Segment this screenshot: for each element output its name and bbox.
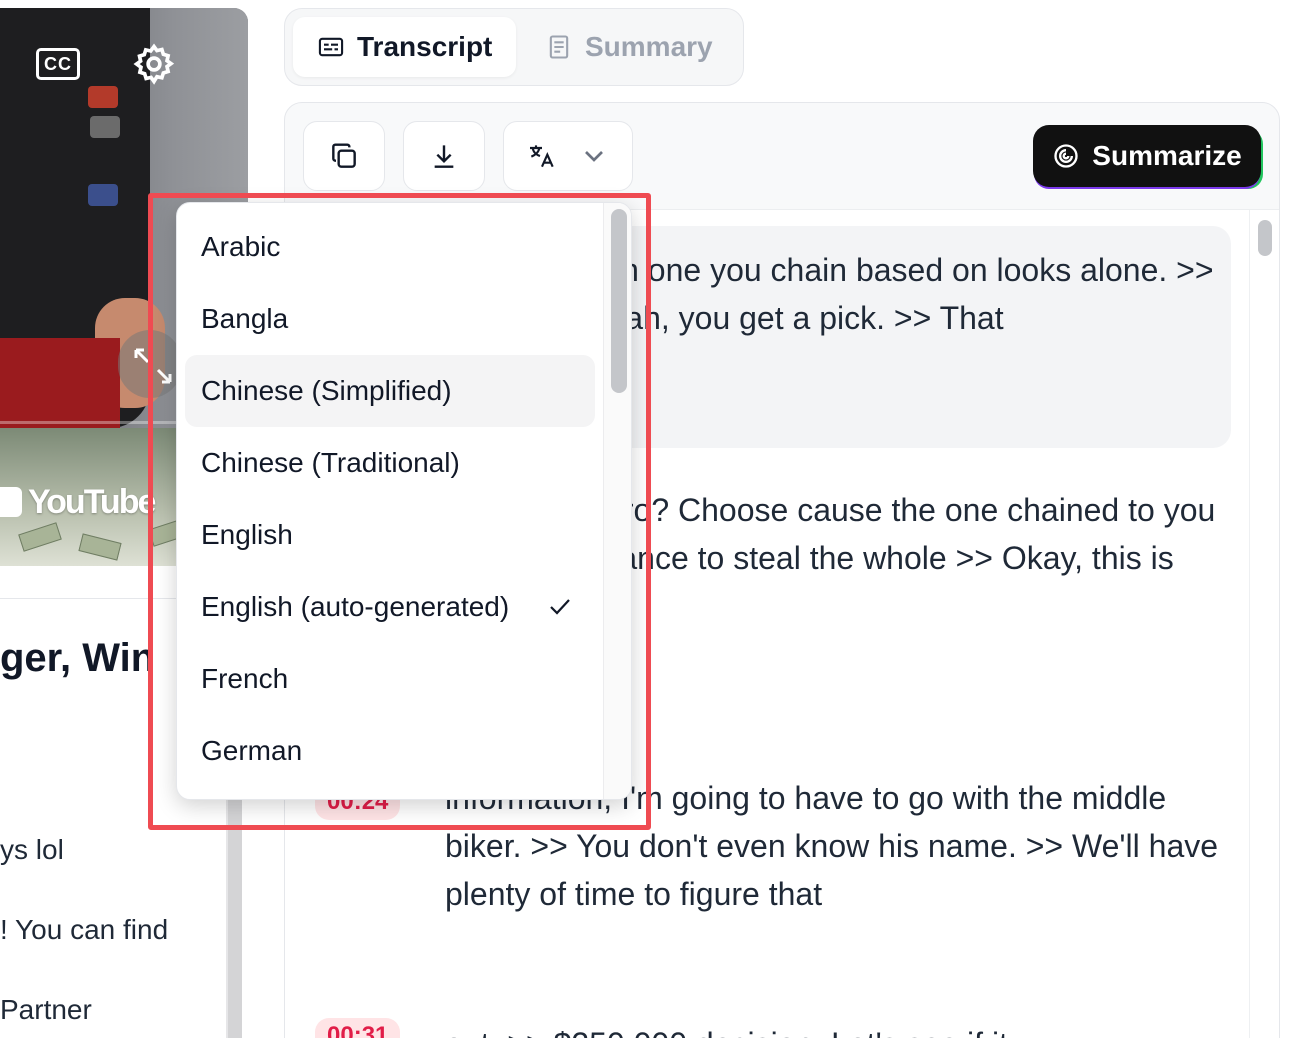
copy-icon (332, 143, 356, 168)
summarize-label: Summarize (1092, 140, 1242, 171)
transcript-segment[interactable]: out. >> $250,000 decision. Let's see if … (315, 1000, 1231, 1038)
copy-button[interactable] (303, 121, 385, 191)
language-option-french[interactable]: French (185, 643, 595, 715)
closed-captions-button[interactable]: CC (36, 48, 80, 80)
video-frame-shirt (0, 338, 120, 428)
download-button[interactable] (403, 121, 485, 191)
translate-icon (530, 145, 554, 168)
summarize-button[interactable]: Summarize (1033, 125, 1261, 187)
scrollbar-thumb[interactable] (611, 209, 627, 393)
language-option-arabic[interactable]: Arabic (185, 211, 595, 283)
language-label: Chinese (Simplified) (201, 375, 452, 406)
timestamp-badge[interactable]: 00:31 (315, 1018, 401, 1038)
language-option-german[interactable]: German (185, 715, 595, 787)
video-title: ger, Win (0, 636, 156, 680)
settings-button[interactable] (132, 42, 176, 86)
description-line: Partner (0, 994, 92, 1025)
language-label: English (201, 519, 293, 550)
language-label: French (201, 663, 289, 694)
transcript-text: out. >> $250,000 decision. Let's see if … (445, 1020, 1231, 1038)
checkmark-icon (550, 599, 570, 615)
language-menu: Arabic Bangla Chinese (Simplified) Chine… (176, 202, 632, 800)
language-label: German (201, 735, 303, 766)
transcript-icon (318, 37, 344, 57)
language-label: English (auto-generated) (201, 591, 510, 622)
description-line: ! You can find (0, 914, 169, 945)
tab-summary[interactable]: Summary (521, 17, 737, 77)
tab-label: Transcript (357, 31, 493, 62)
language-option-english[interactable]: English (185, 499, 595, 571)
vest-patch (88, 184, 118, 206)
download-icon (434, 145, 454, 168)
gear-icon (133, 43, 175, 85)
youtube-logo: YouTube (0, 482, 156, 522)
language-option-chinese-simplified[interactable]: Chinese (Simplified) (185, 355, 595, 427)
tab-label: Summary (585, 31, 713, 62)
translate-dropdown-button[interactable] (503, 121, 633, 191)
scrollbar-thumb[interactable] (1258, 220, 1272, 256)
vest-patch (90, 116, 120, 138)
language-label: Arabic (201, 231, 281, 262)
chevron-down-icon (585, 151, 603, 162)
transcript-scrollbar[interactable] (1249, 210, 1279, 1038)
language-label: Chinese (Traditional) (201, 447, 460, 478)
document-icon (549, 35, 569, 59)
language-option-chinese-traditional[interactable]: Chinese (Traditional) (185, 427, 595, 499)
tab-transcript[interactable]: Transcript (293, 17, 517, 77)
language-option-english-auto[interactable]: English (auto-generated) (185, 571, 595, 643)
tab-bar: Transcript Summary (284, 8, 744, 86)
sparkle-swirl-icon (1054, 144, 1078, 168)
expand-button[interactable] (118, 330, 182, 398)
youtube-play-icon (0, 487, 22, 517)
vest-patch (88, 86, 118, 108)
description-line: ys lol (0, 834, 64, 865)
language-option-bangla[interactable]: Bangla (185, 283, 595, 355)
expand-arrows-icon (134, 348, 172, 384)
language-menu-scrollbar[interactable] (603, 203, 631, 799)
cc-icon: CC (44, 53, 72, 74)
youtube-wordmark: YouTube (28, 482, 156, 521)
language-label: Bangla (201, 303, 289, 334)
